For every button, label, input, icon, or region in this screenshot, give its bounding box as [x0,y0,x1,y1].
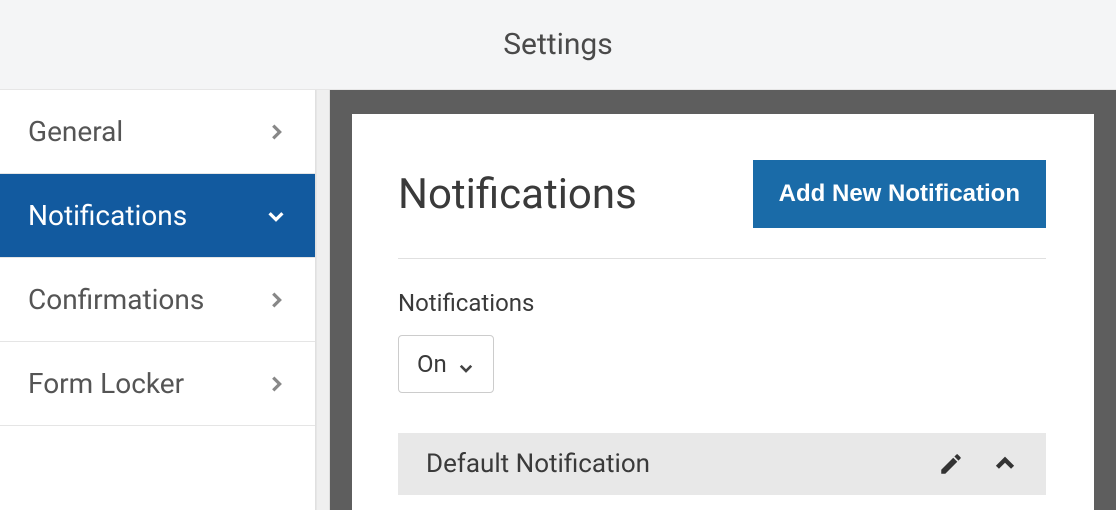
chevron-up-icon[interactable] [992,451,1018,477]
chevron-down-icon [265,205,287,227]
main-frame: Notifications Add New Notification Notif… [330,90,1116,510]
panel-header: Notifications Add New Notification [398,160,1046,259]
content-wrapper: General Notifications Confirmations Form… [0,90,1116,510]
settings-sidebar: General Notifications Confirmations Form… [0,90,316,510]
chevron-right-icon [265,121,287,143]
header-bar: Settings [0,0,1116,90]
sidebar-item-general[interactable]: General [0,90,315,174]
sidebar-item-form-locker[interactable]: Form Locker [0,342,315,426]
panel-title: Notifications [398,170,637,219]
dropdown-value: On [417,350,447,378]
sidebar-item-label: General [28,115,123,148]
sidebar-item-label: Confirmations [28,283,204,316]
chevron-down-icon [457,355,475,373]
notification-item-actions [938,451,1018,477]
sidebar-item-label: Form Locker [28,367,184,400]
sidebar-item-label: Notifications [28,199,187,232]
sidebar-item-notifications[interactable]: Notifications [0,174,315,258]
add-new-notification-button[interactable]: Add New Notification [753,160,1046,228]
scrollbar-track[interactable] [316,90,330,510]
edit-icon[interactable] [938,451,964,477]
chevron-right-icon [265,373,287,395]
notifications-toggle-label: Notifications [398,289,1046,317]
chevron-right-icon [265,289,287,311]
sidebar-item-confirmations[interactable]: Confirmations [0,258,315,342]
main-panel: Notifications Add New Notification Notif… [352,114,1094,510]
notification-item-title: Default Notification [426,449,650,479]
notifications-toggle-dropdown[interactable]: On [398,335,494,393]
page-title: Settings [503,27,613,62]
notification-item-header[interactable]: Default Notification [398,433,1046,495]
